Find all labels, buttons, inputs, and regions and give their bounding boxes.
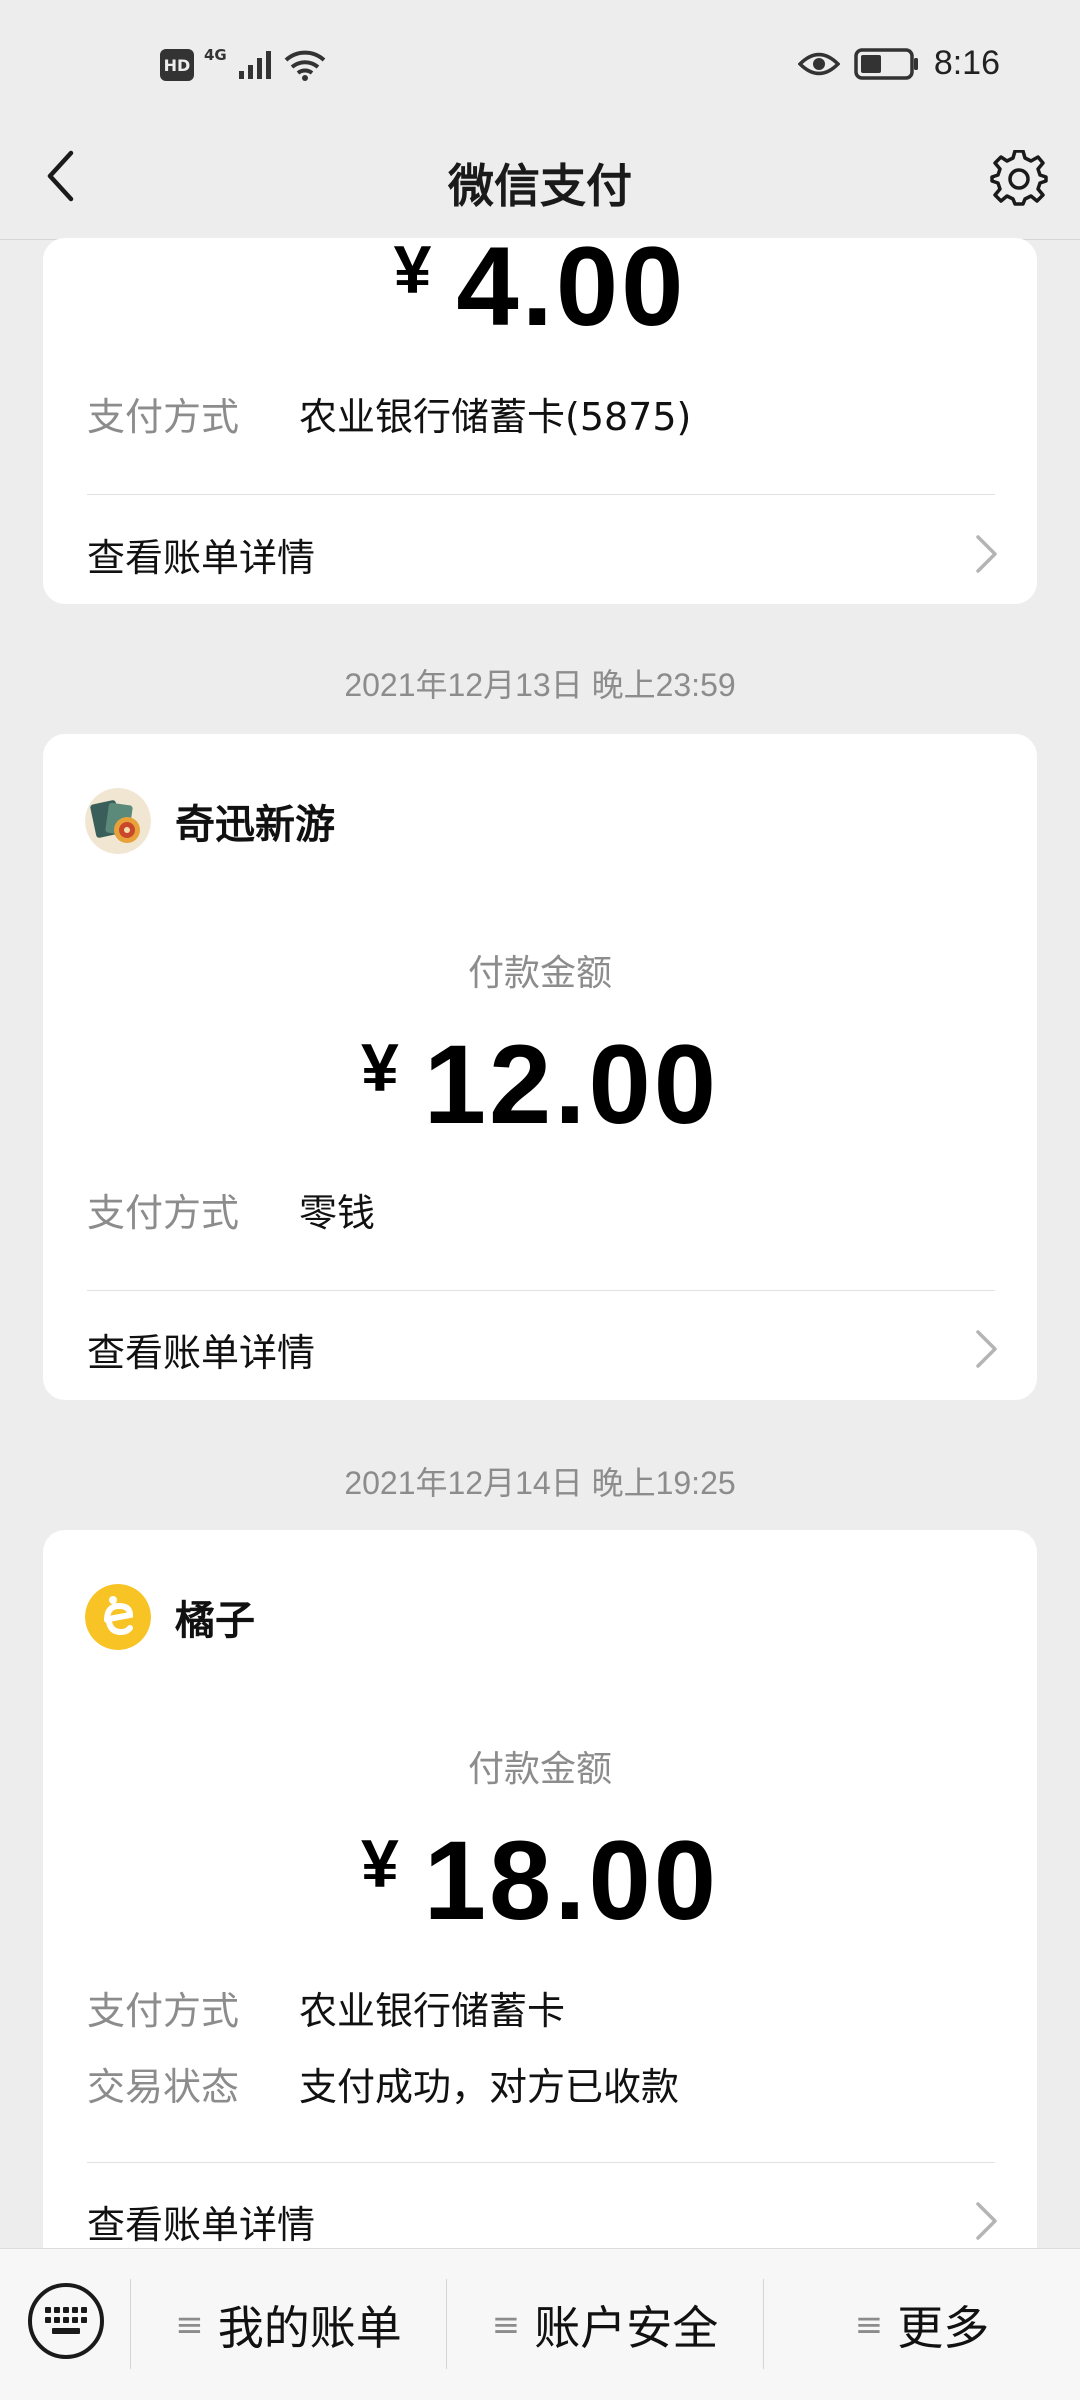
- currency-symbol: ¥: [393, 232, 435, 308]
- keyboard-icon[interactable]: [28, 2283, 104, 2359]
- network-type: 4G: [204, 46, 227, 64]
- divider: [87, 1290, 995, 1291]
- currency-symbol: ¥: [360, 1030, 402, 1106]
- payment-amount: ¥4.00: [43, 222, 1037, 351]
- payment-amount: ¥18.00: [43, 1816, 1037, 1945]
- amount-value: 4.00: [456, 224, 687, 349]
- status-right: 8:16: [797, 44, 1000, 83]
- amount-label: 付款金额: [467, 1749, 612, 1790]
- payment-method-row: 支付方式 农业银行储蓄卡: [87, 1980, 565, 2035]
- status-left: HD 4G: [160, 46, 327, 82]
- cellular-signal-icon: [238, 51, 271, 79]
- menu-more[interactable]: ≡ 更多: [764, 2249, 1080, 2400]
- menu-account-security[interactable]: ≡ 账户安全: [447, 2249, 763, 2400]
- hd-icon: HD: [160, 49, 194, 81]
- menu-lines-icon: ≡: [854, 2305, 884, 2345]
- payment-method-row: 支付方式 零钱: [87, 1182, 375, 1237]
- amount-value: 18.00: [423, 1818, 720, 1943]
- field-label: 支付方式: [87, 395, 240, 439]
- transaction-timestamp: 2021年12月13日 晚上23:59: [344, 667, 736, 703]
- currency-symbol: ¥: [360, 1826, 402, 1902]
- payment-amount: ¥12.00: [43, 1020, 1037, 1149]
- transaction-timestamp: 2021年12月14日 晚上19:25: [344, 1465, 736, 1501]
- view-bill-details-link[interactable]: 查看账单详情: [87, 518, 1001, 590]
- clock: 8:16: [933, 44, 1000, 82]
- gear-icon[interactable]: [986, 146, 1052, 212]
- chevron-right-icon: [976, 535, 997, 573]
- amount-label: 付款金额: [467, 953, 612, 994]
- view-bill-details-link[interactable]: 查看账单详情: [87, 1312, 1001, 1386]
- field-label: 交易状态: [87, 2065, 240, 2109]
- wifi-icon: [284, 50, 326, 81]
- orange-app-logo-icon: [85, 1584, 151, 1650]
- view-bill-details-link[interactable]: 查看账单详情: [87, 2184, 1001, 2258]
- merchant-name: 奇迅新游: [175, 802, 335, 848]
- chevron-right-icon: [976, 1330, 997, 1368]
- transaction-status-row: 交易状态 支付成功，对方已收款: [87, 2056, 679, 2111]
- page-title: 微信支付: [448, 159, 632, 213]
- bottom-menu-bar: ≡ 我的账单 ≡ 账户安全 ≡ 更多: [0, 2248, 1080, 2400]
- menu-lines-icon: ≡: [175, 2305, 204, 2345]
- field-value: 农业银行储蓄卡: [299, 1989, 566, 2033]
- merchant-header[interactable]: 奇迅新游: [85, 788, 335, 854]
- divider: [87, 494, 995, 495]
- game-app-logo-icon: [85, 788, 151, 854]
- merchant-header[interactable]: 橘子: [85, 1584, 255, 1650]
- transaction-card: 橘子 付款金额 ¥18.00 支付方式 农业银行储蓄卡 交易状态 支付成功，对方…: [43, 1530, 1037, 2270]
- transaction-card: 奇迅新游 付款金额 ¥12.00 支付方式 零钱 查看账单详情: [43, 734, 1037, 1400]
- menu-label: 账户安全: [534, 2301, 719, 2355]
- detail-link-label: 查看账单详情: [87, 2202, 316, 2247]
- eye-icon: [797, 52, 840, 75]
- field-value: 支付成功，对方已收款: [299, 2065, 680, 2109]
- battery-icon: [854, 47, 918, 80]
- menu-my-bills[interactable]: ≡ 我的账单: [131, 2249, 446, 2400]
- menu-label: 更多: [897, 2301, 990, 2355]
- menu-lines-icon: ≡: [491, 2305, 521, 2345]
- merchant-name: 橘子: [175, 1598, 255, 1644]
- chevron-right-icon: [976, 2202, 997, 2240]
- status-bar: HD 4G 8:16: [0, 0, 1080, 140]
- detail-link-label: 查看账单详情: [87, 1330, 316, 1375]
- field-value: 零钱: [299, 1191, 376, 1235]
- menu-label: 我的账单: [217, 2301, 402, 2355]
- detail-link-label: 查看账单详情: [87, 535, 316, 580]
- field-value: 农业银行储蓄卡(5875): [299, 395, 692, 439]
- divider: [87, 2162, 995, 2163]
- transaction-card: ¥4.00 支付方式 农业银行储蓄卡(5875) 查看账单详情: [43, 224, 1037, 604]
- field-label: 支付方式: [87, 1191, 240, 1235]
- payment-method-row: 支付方式 农业银行储蓄卡(5875): [87, 386, 691, 441]
- amount-value: 12.00: [423, 1022, 720, 1147]
- field-label: 支付方式: [87, 1989, 240, 2033]
